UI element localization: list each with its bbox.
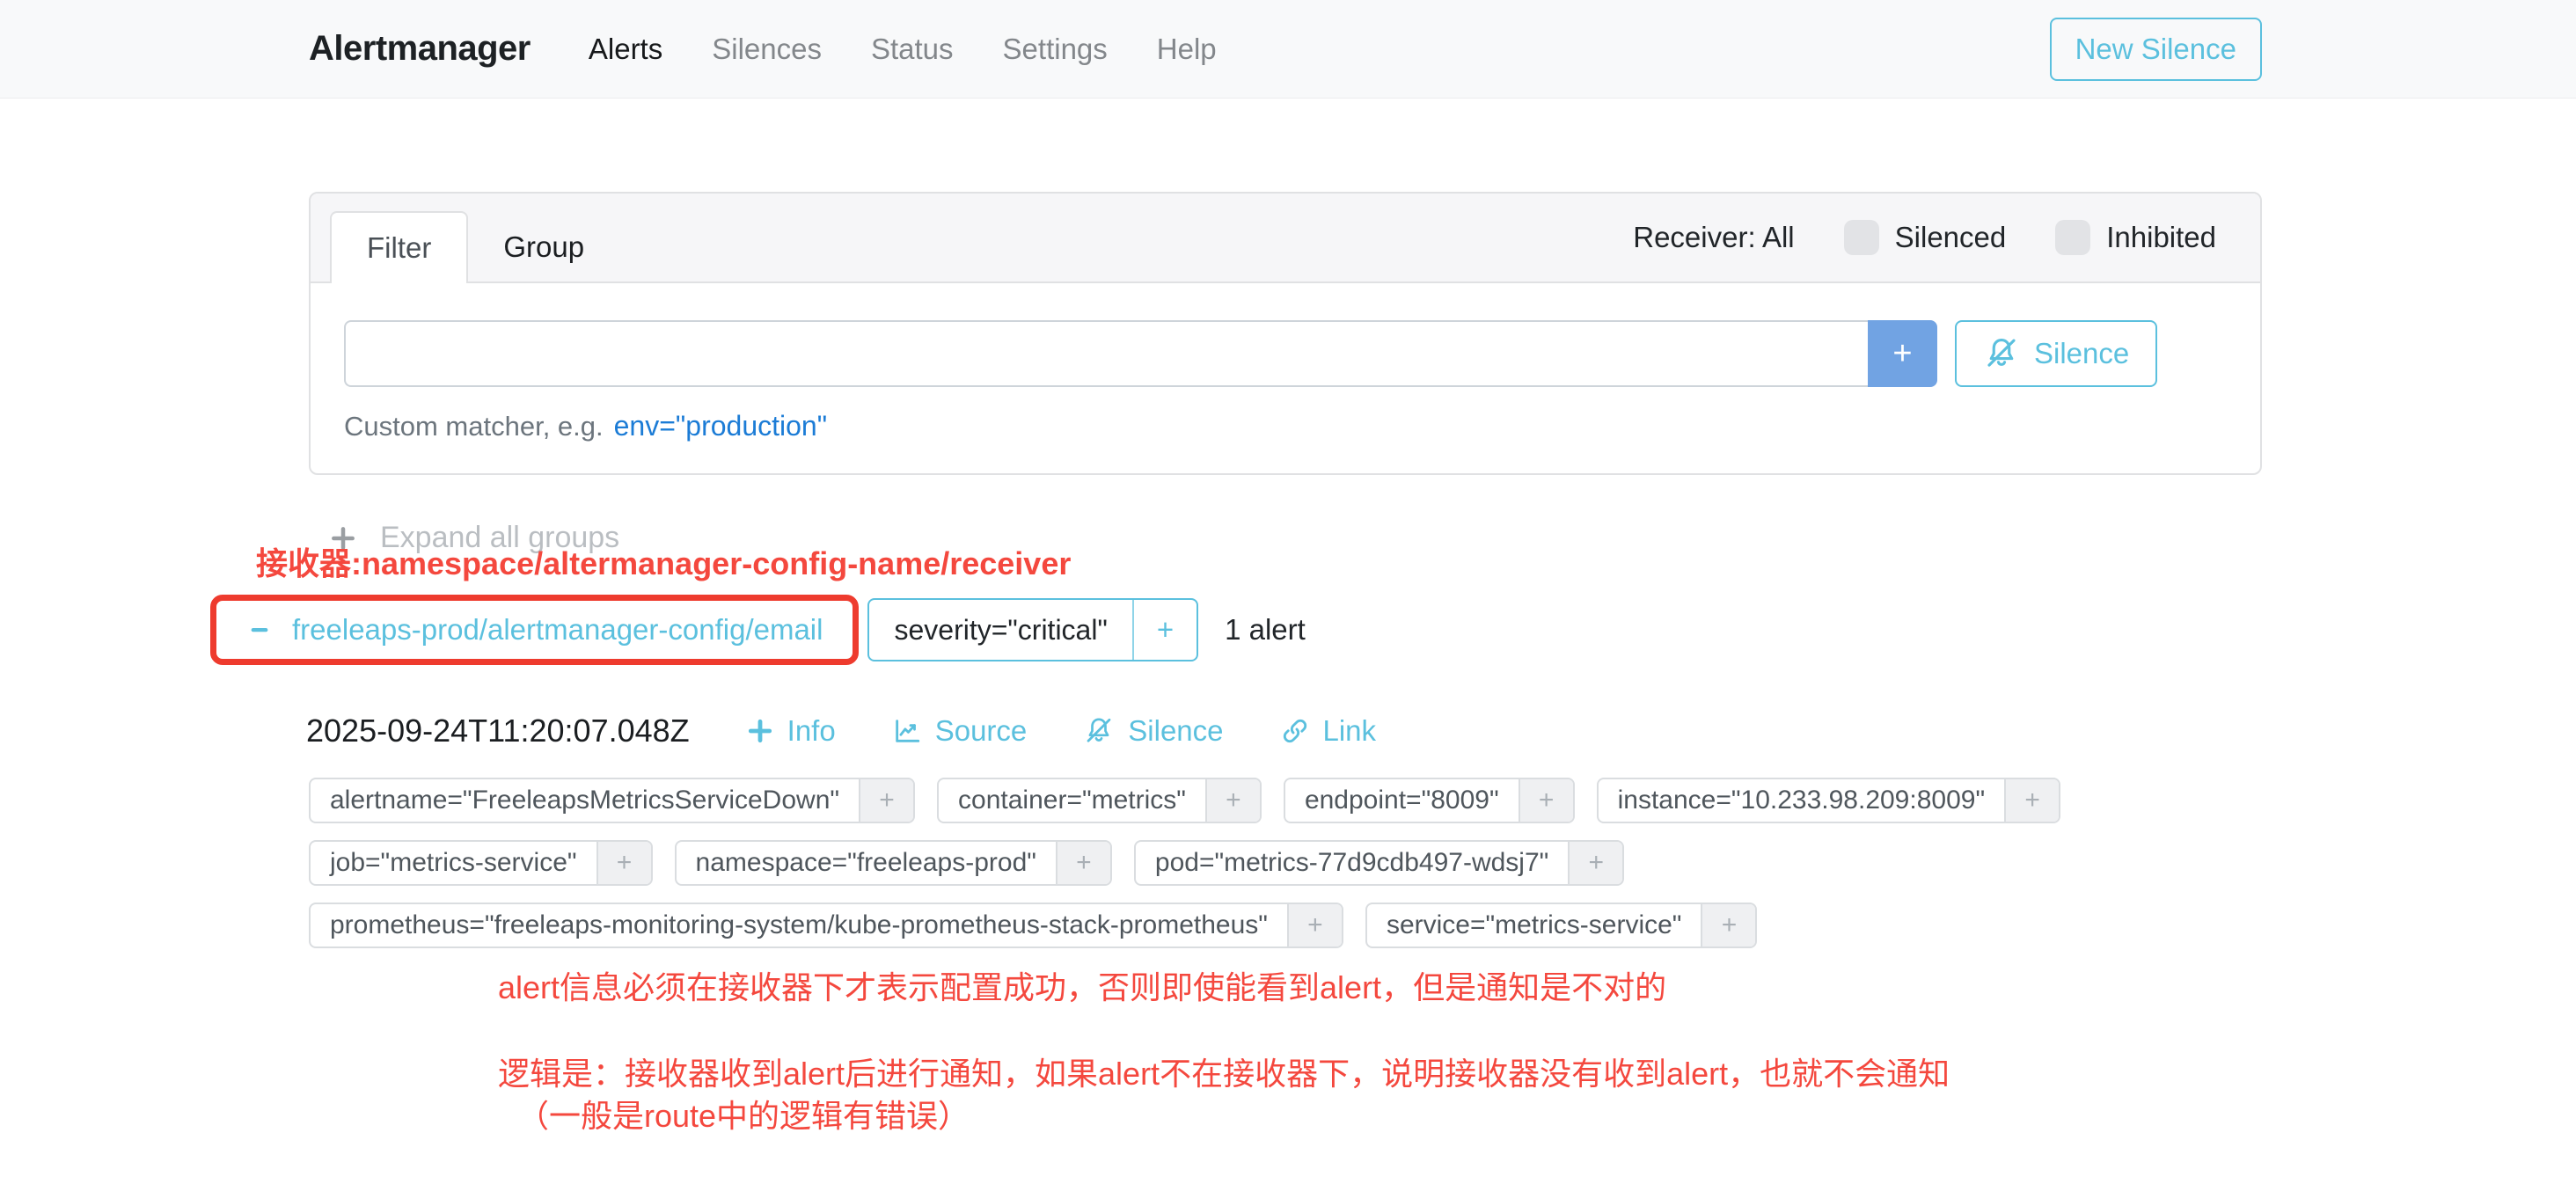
filter-card: Filter Group Receiver: All Silenced Inhi… bbox=[309, 192, 2262, 475]
tab-group[interactable]: Group bbox=[468, 211, 619, 283]
silenced-checkbox[interactable] bbox=[1844, 220, 1879, 255]
label-tag-text[interactable]: pod="metrics-77d9cdb497-wdsj7" bbox=[1136, 842, 1568, 884]
label-row: job="metrics-service" + namespace="freel… bbox=[309, 840, 2060, 886]
alert-count: 1 alert bbox=[1225, 613, 1306, 647]
annotation-highlight-box: freeleaps-prod/alertmanager-config/email bbox=[210, 595, 859, 665]
label-tag-add-button[interactable]: + bbox=[1568, 842, 1622, 884]
label-tag: pod="metrics-77d9cdb497-wdsj7" + bbox=[1134, 840, 1624, 886]
label-tag-add-button[interactable]: + bbox=[1287, 904, 1342, 946]
group-matcher-pill: severity="critical" + bbox=[867, 598, 1198, 661]
label-tag-text[interactable]: namespace="freeleaps-prod" bbox=[677, 842, 1056, 884]
nav-item-silences[interactable]: Silences bbox=[712, 33, 822, 66]
filter-card-body: + Silence Custom matcher, e.g. env="prod… bbox=[311, 283, 2260, 442]
silence-filter-label: Silence bbox=[2034, 337, 2129, 370]
label-row: prometheus="freeleaps-monitoring-system/… bbox=[309, 903, 2060, 948]
label-tag-add-button[interactable]: + bbox=[1205, 779, 1260, 822]
matcher-input[interactable] bbox=[344, 320, 1868, 387]
annotation-line-1: alert信息必须在接收器下才表示配置成功，否则即使能看到alert，但是通知是… bbox=[498, 962, 1666, 1008]
receiver-filter[interactable]: Receiver: All bbox=[1633, 221, 1794, 254]
label-tag-add-button[interactable]: + bbox=[596, 842, 651, 884]
label-tag-text[interactable]: instance="10.233.98.209:8009" bbox=[1599, 779, 2004, 822]
main-nav: Alerts Silences Status Settings Help bbox=[589, 33, 1217, 66]
filter-options: Receiver: All Silenced Inhibited bbox=[1633, 194, 2216, 281]
top-navbar: Alertmanager Alerts Silences Status Sett… bbox=[0, 0, 2576, 99]
inhibited-label[interactable]: Inhibited bbox=[2106, 221, 2216, 254]
label-tag-text[interactable]: endpoint="8009" bbox=[1285, 779, 1519, 822]
silence-action-label: Silence bbox=[1128, 714, 1223, 748]
receiver-group-row: freeleaps-prod/alertmanager-config/email… bbox=[210, 595, 1306, 665]
nav-item-alerts[interactable]: Alerts bbox=[589, 33, 662, 66]
label-tag: prometheus="freeleaps-monitoring-system/… bbox=[309, 903, 1343, 948]
new-silence-button[interactable]: New Silence bbox=[2050, 18, 2262, 81]
label-tag-add-button[interactable]: + bbox=[1701, 904, 1755, 946]
label-tag-add-button[interactable]: + bbox=[859, 779, 913, 822]
silence-filter-button[interactable]: Silence bbox=[1955, 320, 2157, 387]
label-tag: instance="10.233.98.209:8009" + bbox=[1597, 778, 2060, 823]
group-matcher-add-button[interactable]: + bbox=[1132, 600, 1197, 660]
alert-labels: alertname="FreeleapsMetricsServiceDown" … bbox=[309, 778, 2060, 948]
label-tag-add-button[interactable]: + bbox=[1056, 842, 1110, 884]
label-tag-text[interactable]: prometheus="freeleaps-monitoring-system/… bbox=[311, 904, 1287, 946]
label-tag: endpoint="8009" + bbox=[1284, 778, 1575, 823]
app-brand[interactable]: Alertmanager bbox=[309, 29, 531, 69]
minus-icon bbox=[246, 617, 273, 643]
filter-tabs: Filter Group bbox=[330, 211, 619, 283]
group-matcher-label[interactable]: severity="critical" bbox=[869, 600, 1131, 660]
chart-line-icon bbox=[892, 716, 922, 746]
nav-item-status[interactable]: Status bbox=[871, 33, 954, 66]
annotation-receiver-note: 接收器:namespace/altermanager-config-name/r… bbox=[256, 538, 1071, 584]
label-row: alertname="FreeleapsMetricsServiceDown" … bbox=[309, 778, 2060, 823]
label-tag: alertname="FreeleapsMetricsServiceDown" … bbox=[309, 778, 915, 823]
inhibited-checkbox[interactable] bbox=[2055, 220, 2090, 255]
source-action-label: Source bbox=[935, 714, 1028, 748]
link-action-label: Link bbox=[1323, 714, 1377, 748]
source-action[interactable]: Source bbox=[892, 714, 1028, 748]
label-tag-text[interactable]: alertname="FreeleapsMetricsServiceDown" bbox=[311, 779, 859, 822]
helper-example-link[interactable]: env="production" bbox=[614, 410, 827, 442]
label-tag-text[interactable]: container="metrics" bbox=[939, 779, 1205, 822]
silenced-label[interactable]: Silenced bbox=[1895, 221, 2007, 254]
silence-action[interactable]: Silence bbox=[1083, 714, 1223, 748]
nav-item-settings[interactable]: Settings bbox=[1003, 33, 1108, 66]
helper-text: Custom matcher, e.g. bbox=[344, 411, 604, 442]
label-tag-add-button[interactable]: + bbox=[2004, 779, 2059, 822]
label-tag-add-button[interactable]: + bbox=[1519, 779, 1573, 822]
filter-card-header: Filter Group Receiver: All Silenced Inhi… bbox=[311, 194, 2260, 283]
label-tag-text[interactable]: service="metrics-service" bbox=[1367, 904, 1701, 946]
annotation-line-3: （一般是route中的逻辑有错误） bbox=[517, 1091, 970, 1136]
label-tag: container="metrics" + bbox=[937, 778, 1262, 823]
bell-slash-icon bbox=[1083, 715, 1115, 747]
receiver-group-link[interactable]: freeleaps-prod/alertmanager-config/email bbox=[292, 613, 823, 647]
tab-filter[interactable]: Filter bbox=[330, 211, 468, 283]
label-tag: namespace="freeleaps-prod" + bbox=[675, 840, 1112, 886]
info-action[interactable]: Info bbox=[746, 714, 836, 748]
info-action-label: Info bbox=[787, 714, 836, 748]
label-tag: job="metrics-service" + bbox=[309, 840, 653, 886]
bell-slash-icon bbox=[1983, 335, 2020, 372]
link-icon bbox=[1280, 716, 1310, 746]
nav-item-help[interactable]: Help bbox=[1157, 33, 1217, 66]
matcher-helper: Custom matcher, e.g. env="production" bbox=[344, 410, 2227, 442]
add-matcher-button[interactable]: + bbox=[1868, 320, 1937, 387]
alert-detail-row: 2025-09-24T11:20:07.048Z Info Source bbox=[306, 713, 1376, 749]
alert-timestamp: 2025-09-24T11:20:07.048Z bbox=[306, 713, 690, 749]
annotation-line-2: 逻辑是：接收器收到alert后进行通知，如果alert不在接收器下，说明接收器没… bbox=[498, 1049, 1950, 1094]
label-tag: service="metrics-service" + bbox=[1365, 903, 1758, 948]
matcher-input-row: + Silence bbox=[344, 320, 2227, 387]
link-action[interactable]: Link bbox=[1280, 714, 1377, 748]
plus-icon bbox=[746, 717, 774, 745]
label-tag-text[interactable]: job="metrics-service" bbox=[311, 842, 596, 884]
